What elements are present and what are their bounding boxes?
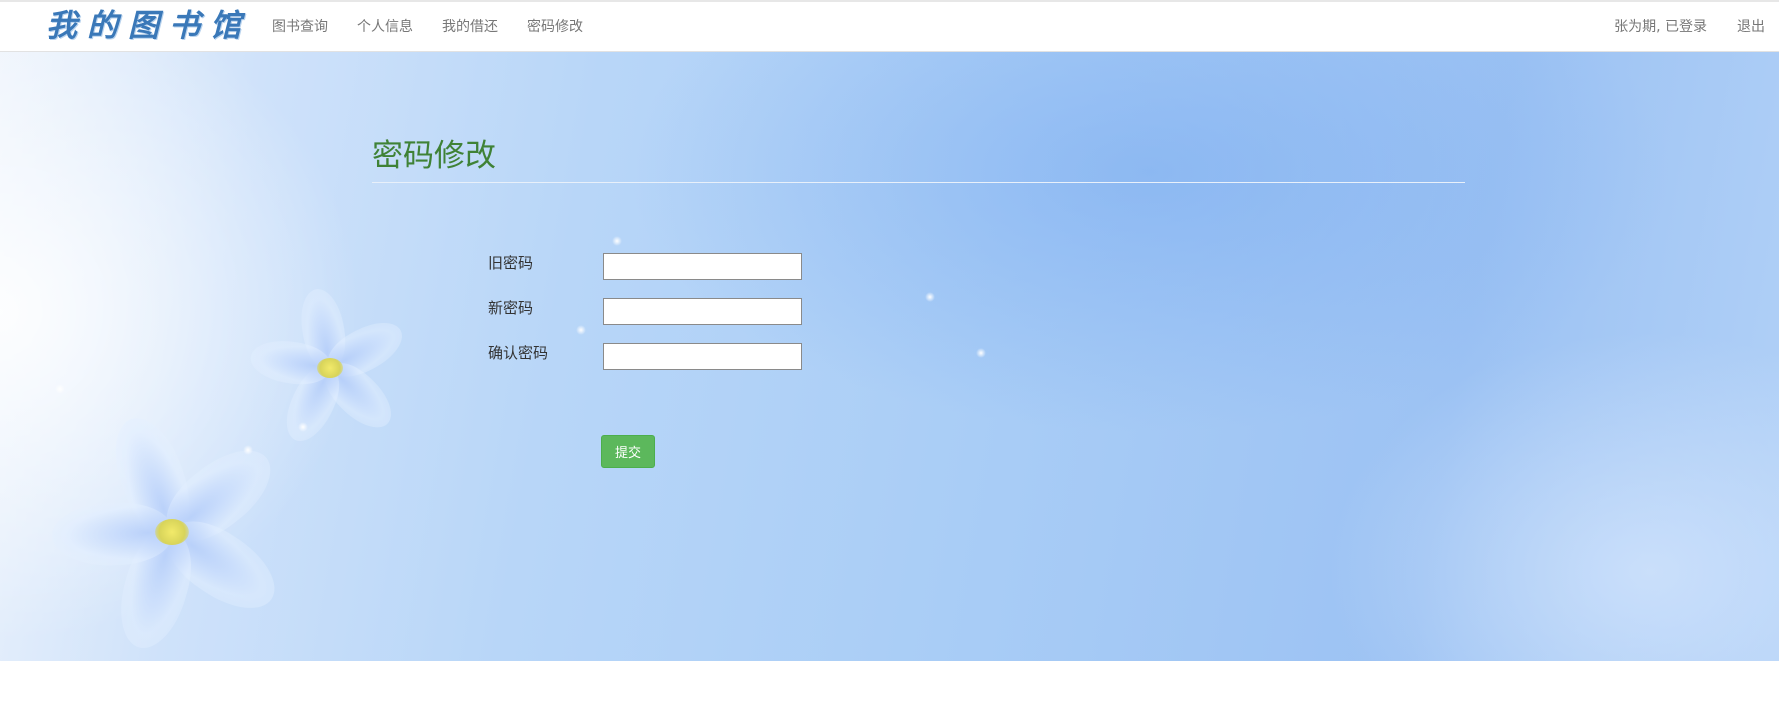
user-status: 张为期, 已登录 [1614,19,1707,35]
user-area: 张为期, 已登录 退出 [1614,2,1765,52]
main-nav: 图书查询 个人信息 我的借还 密码修改 [272,2,612,52]
old-password-label: 旧密码 [488,254,534,272]
confirm-password-input[interactable] [603,343,802,370]
new-password-label: 新密码 [488,299,534,317]
site-logo[interactable]: 我的图书馆 [46,6,251,46]
submit-button[interactable]: 提交 [601,435,655,468]
logout-link[interactable]: 退出 [1737,2,1765,52]
new-password-input[interactable] [603,298,802,325]
background-image [0,52,1779,713]
nav-link-change-password[interactable]: 密码修改 [527,2,583,52]
nav-link-my-borrowing[interactable]: 我的借还 [442,2,498,52]
top-navbar: 我的图书馆 图书查询 个人信息 我的借还 密码修改 张为期, 已登录 退出 [0,0,1779,52]
old-password-input[interactable] [603,253,802,280]
title-divider [372,182,1465,183]
nav-link-personal-info[interactable]: 个人信息 [357,2,413,52]
page-title: 密码修改 [372,138,496,174]
confirm-password-label: 确认密码 [488,344,549,362]
page-footer-area [0,661,1779,713]
nav-link-book-search[interactable]: 图书查询 [272,2,328,52]
